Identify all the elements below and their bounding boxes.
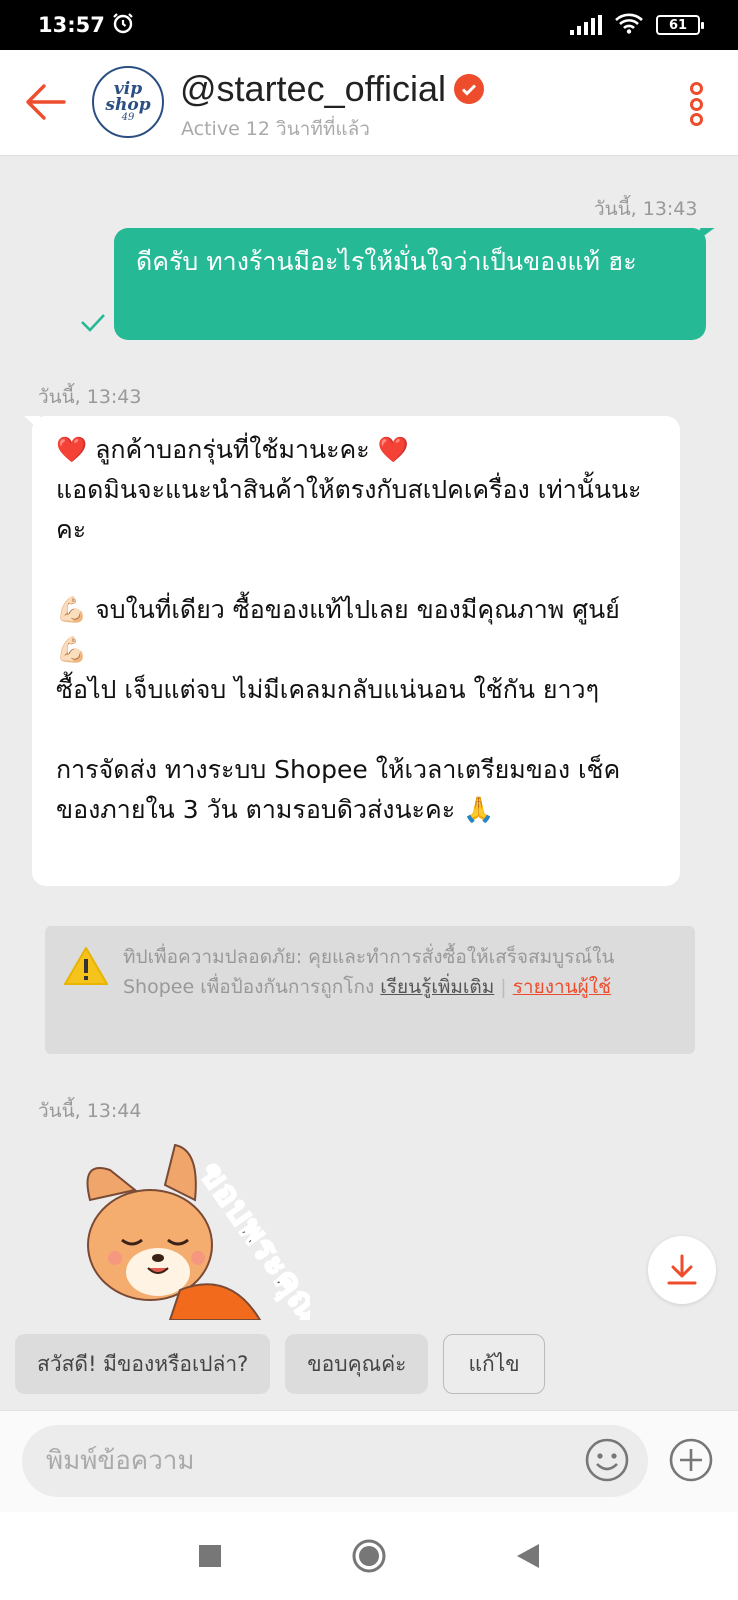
- message-composer: [0, 1410, 738, 1512]
- message-timestamp: วันนี้, 13:43: [38, 386, 142, 408]
- link-separator: |: [494, 976, 513, 998]
- read-check-icon: [80, 312, 106, 336]
- signal-icon: [570, 15, 602, 35]
- outgoing-message[interactable]: ดีครับ ทางร้านมีอะไรให้มั่นใจว่าเป็นของแ…: [114, 228, 706, 340]
- alarm-icon: [111, 11, 135, 40]
- message-input[interactable]: [22, 1425, 648, 1497]
- status-time: 13:57: [38, 13, 105, 37]
- message-timestamp: วันนี้, 13:44: [38, 1100, 142, 1122]
- wifi-icon: [614, 12, 644, 39]
- shop-name-row[interactable]: @startec_official: [180, 68, 484, 110]
- quick-reply-chip[interactable]: สวัสดี! มีของหรือเปล่า?: [15, 1334, 271, 1394]
- add-attachment-icon[interactable]: [668, 1437, 714, 1487]
- incoming-message[interactable]: ❤️ ลูกค้าบอกรุ่นที่ใช้มานะคะ ❤️ แอดมินจะ…: [24, 416, 680, 886]
- report-user-link[interactable]: รายงานผู้ใช้: [513, 976, 611, 998]
- verified-check-icon: [454, 74, 484, 104]
- edit-quick-replies-button[interactable]: แก้ไข: [443, 1334, 545, 1394]
- active-status: Active 12 วินาทีที่แล้ว: [181, 118, 370, 140]
- sticker-message[interactable]: ขอบพระคุณ: [80, 1140, 310, 1320]
- safety-tip-banner: ทิปเพื่อความปลอดภัย: คุยและทำการสั่งซื้อ…: [45, 926, 695, 1054]
- battery-icon: 61: [656, 15, 704, 35]
- warning-icon: [63, 946, 109, 995]
- quick-replies: สวัสดี! มีของหรือเปล่า? ขอบคุณค่ะ แก้ไข: [15, 1334, 545, 1394]
- system-nav-bar: [0, 1512, 738, 1600]
- chat-header: vip shop 49 @startec_official Active 12 …: [0, 50, 738, 156]
- message-timestamp: วันนี้, 13:43: [594, 198, 698, 220]
- more-options-icon[interactable]: [688, 82, 704, 126]
- learn-more-link[interactable]: เรียนรู้เพิ่มเติม: [380, 976, 494, 998]
- emoji-icon[interactable]: [584, 1437, 630, 1487]
- recent-apps-icon[interactable]: [180, 1526, 240, 1586]
- home-icon[interactable]: [339, 1526, 399, 1586]
- scroll-to-bottom-button[interactable]: [648, 1236, 716, 1304]
- shop-avatar[interactable]: vip shop 49: [92, 66, 164, 138]
- avatar-logo-line2: shop: [105, 94, 151, 115]
- quick-reply-chip[interactable]: ขอบคุณค่ะ: [285, 1334, 429, 1394]
- avatar-logo-line3: 49: [121, 111, 135, 123]
- download-arrow-icon: [667, 1254, 697, 1285]
- back-icon[interactable]: [498, 1526, 558, 1586]
- back-arrow-icon[interactable]: [22, 80, 70, 124]
- battery-level: 61: [668, 17, 688, 33]
- status-bar: 13:57 61: [0, 0, 738, 50]
- shop-name: @startec_official: [180, 68, 446, 109]
